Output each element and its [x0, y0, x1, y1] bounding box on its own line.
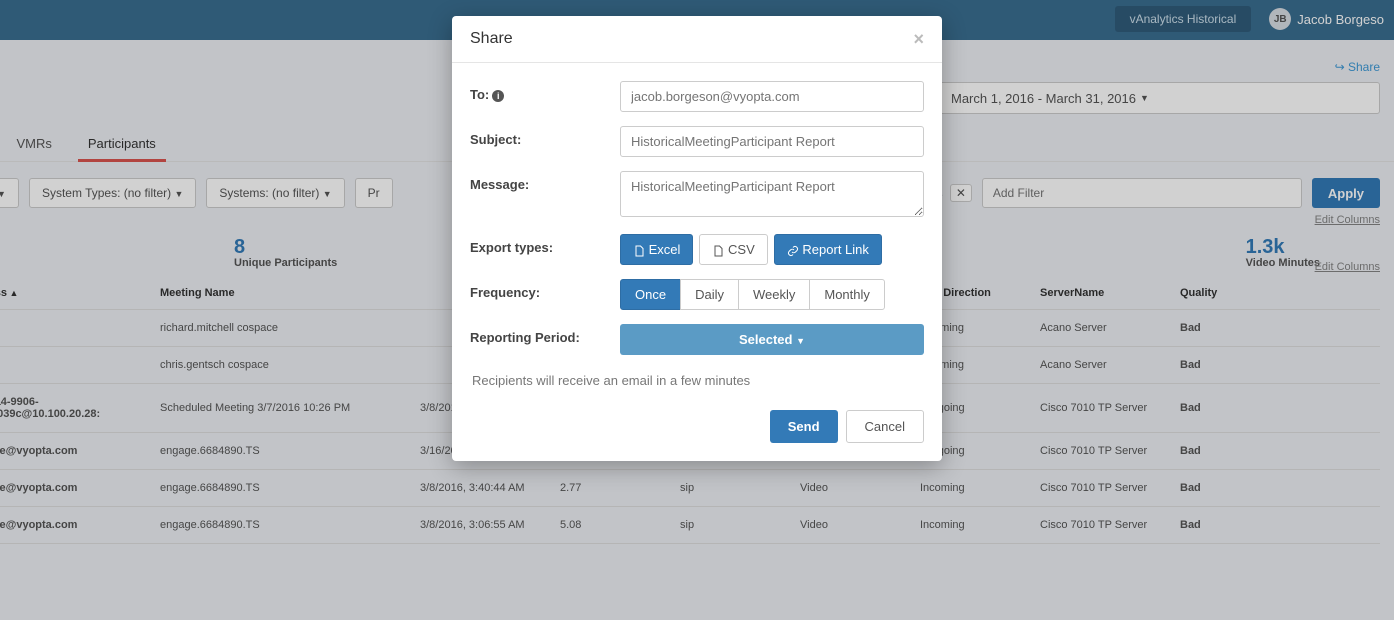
file-excel-icon [633, 245, 645, 257]
to-label: To:i [470, 81, 620, 102]
share-modal: Share × To:i Subject: Message: Export ty… [452, 16, 942, 461]
freq-daily-button[interactable]: Daily [680, 279, 739, 310]
freq-weekly-button[interactable]: Weekly [738, 279, 810, 310]
link-icon [787, 245, 799, 257]
close-icon[interactable]: × [913, 30, 924, 48]
reporting-period-label: Reporting Period: [470, 324, 620, 345]
modal-note: Recipients will receive an email in a fe… [470, 369, 924, 402]
info-icon[interactable]: i [492, 90, 504, 102]
frequency-label: Frequency: [470, 279, 620, 300]
reporting-period-dropdown[interactable]: Selected ▼ [620, 324, 924, 355]
freq-monthly-button[interactable]: Monthly [809, 279, 885, 310]
to-input[interactable] [620, 81, 924, 112]
file-csv-icon [712, 245, 724, 257]
chevron-down-icon: ▼ [796, 336, 805, 346]
freq-once-button[interactable]: Once [620, 279, 681, 310]
export-types-label: Export types: [470, 234, 620, 255]
export-excel-button[interactable]: Excel [620, 234, 693, 265]
export-csv-button[interactable]: CSV [699, 234, 767, 265]
send-button[interactable]: Send [770, 410, 838, 443]
cancel-button[interactable]: Cancel [846, 410, 924, 443]
export-link-button[interactable]: Report Link [774, 234, 882, 265]
message-label: Message: [470, 171, 620, 192]
modal-title: Share [470, 30, 513, 48]
subject-label: Subject: [470, 126, 620, 147]
message-textarea[interactable] [620, 171, 924, 217]
subject-input[interactable] [620, 126, 924, 157]
